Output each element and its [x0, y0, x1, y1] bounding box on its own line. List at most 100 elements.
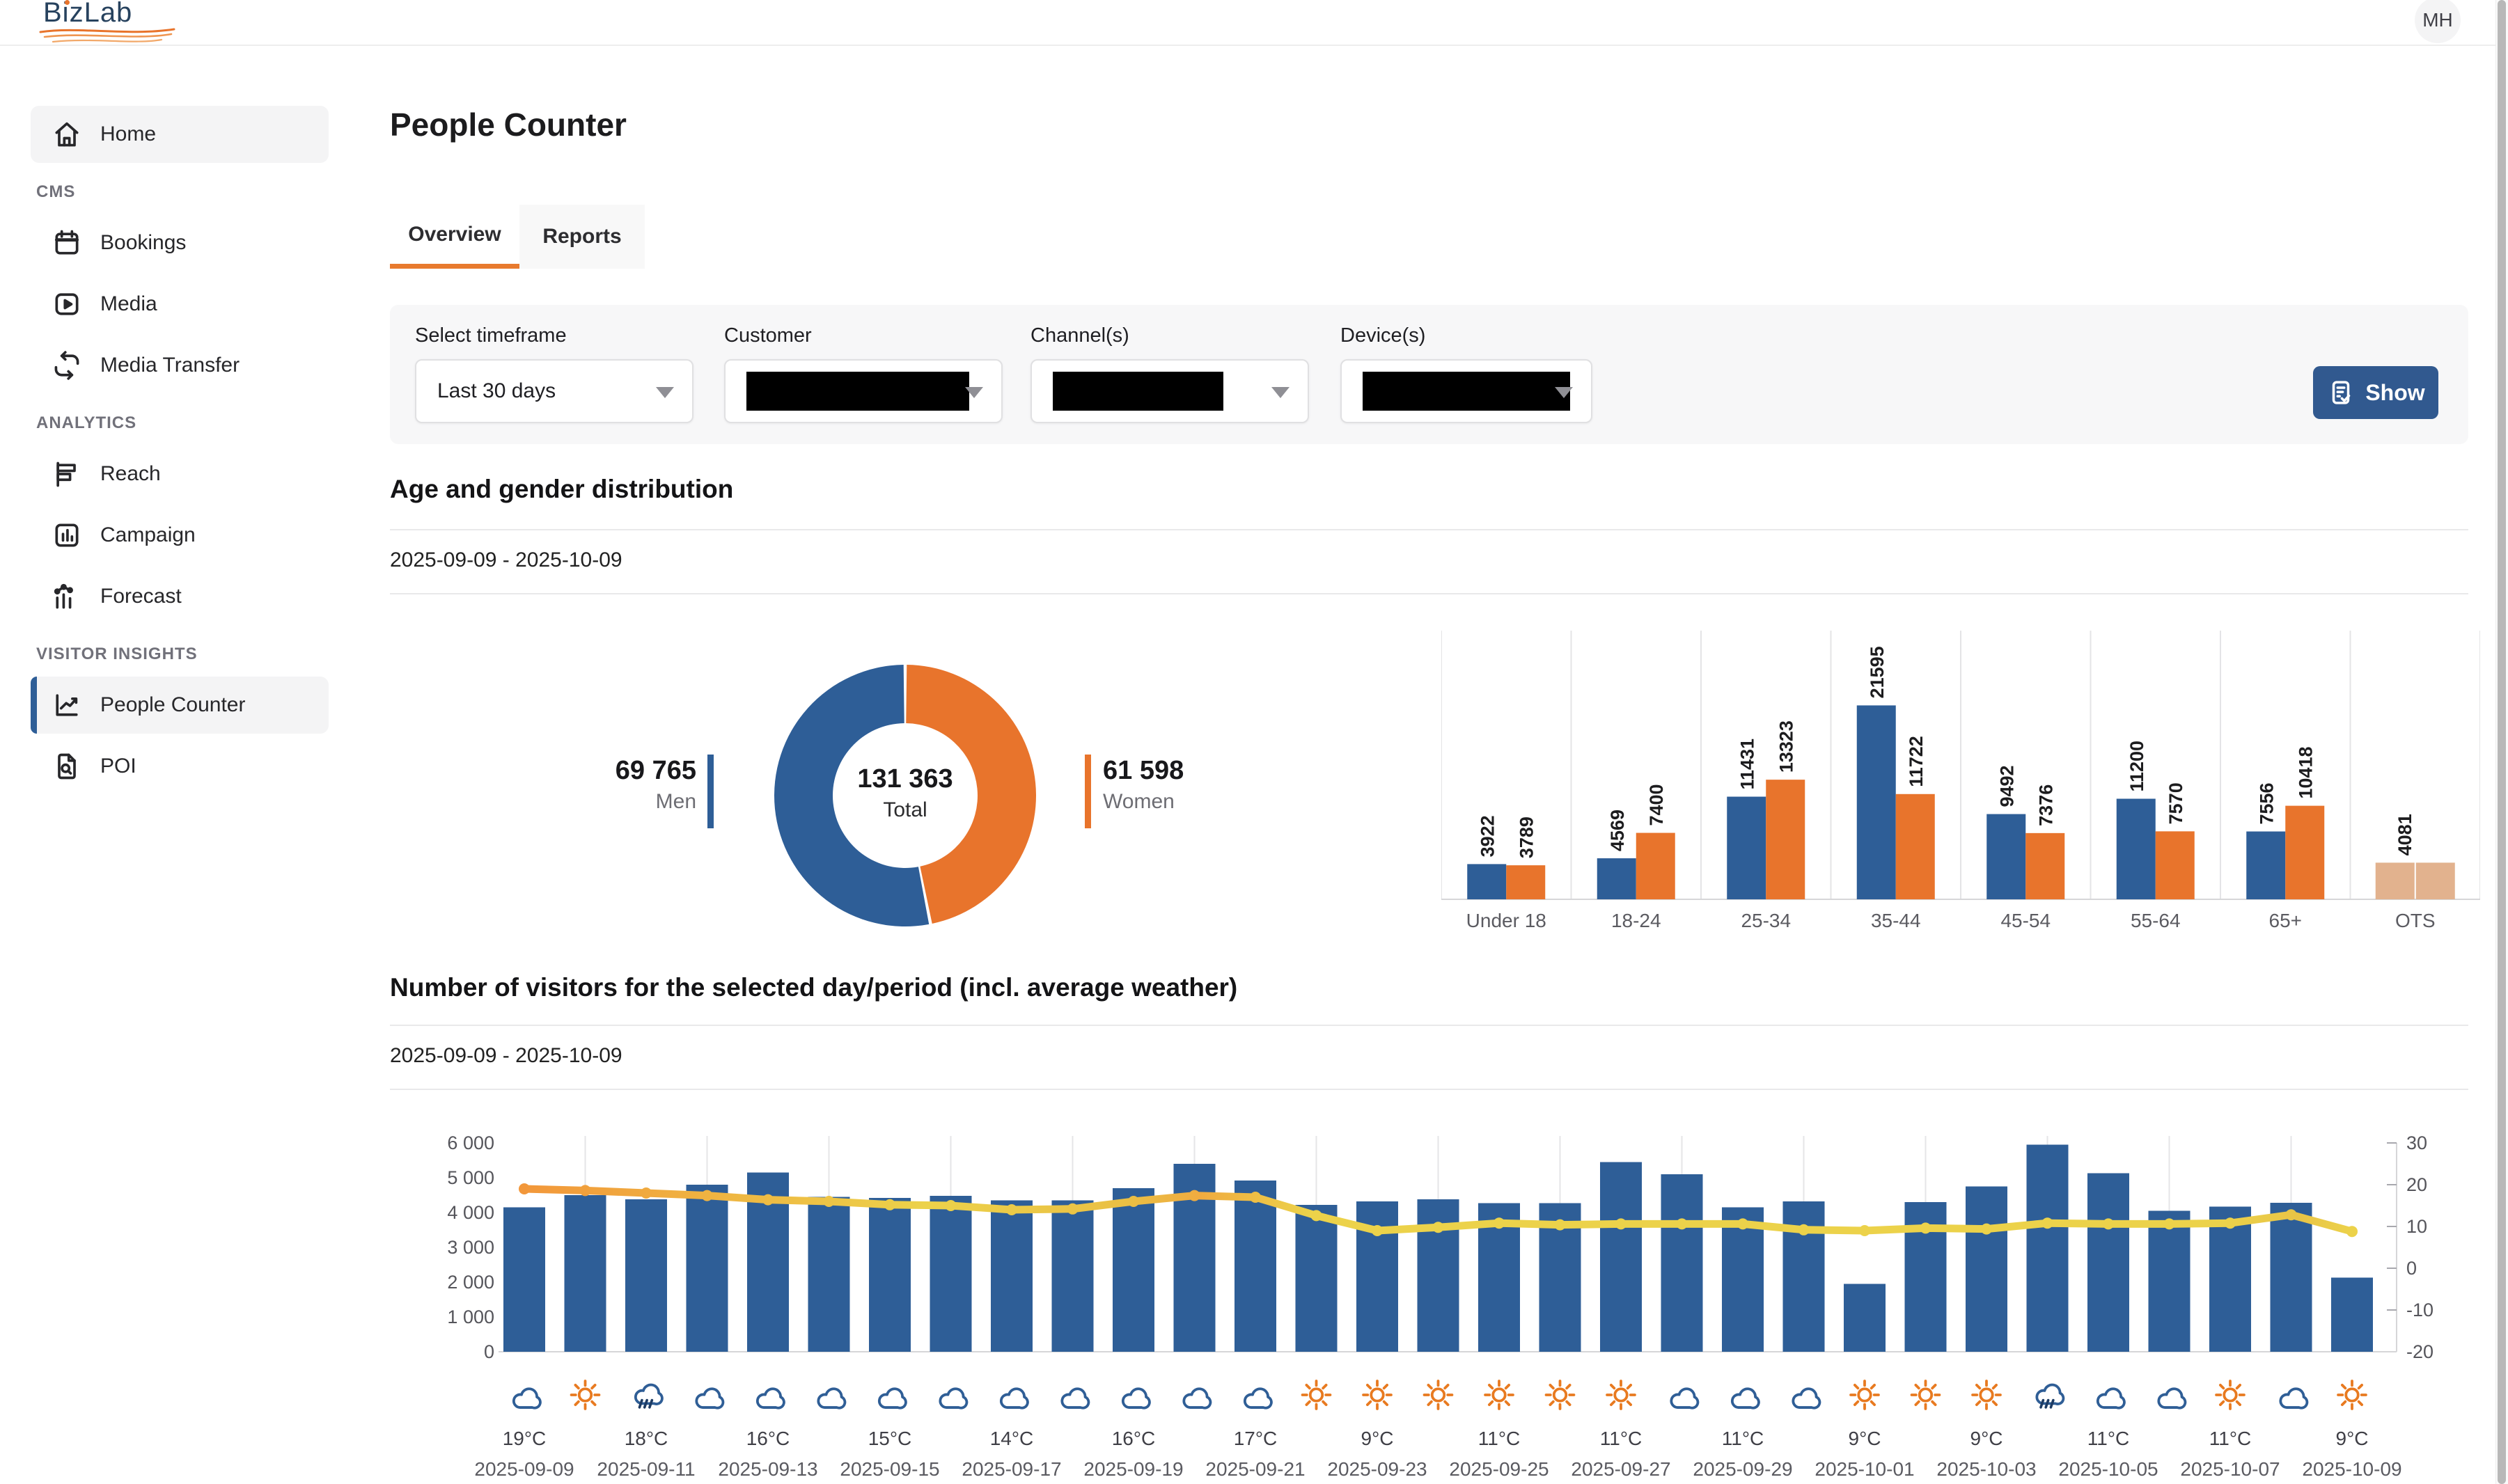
- svg-text:6 000: 6 000: [447, 1132, 494, 1153]
- channels-select[interactable]: [1030, 359, 1309, 423]
- men-bar[interactable]: [1857, 705, 1896, 899]
- visitors-bar[interactable]: [930, 1196, 972, 1352]
- customer-select[interactable]: [724, 359, 1003, 423]
- redacted-value: [746, 372, 969, 411]
- visitors-bar[interactable]: [2271, 1203, 2312, 1352]
- sidebar-item-campaign[interactable]: Campaign: [31, 507, 329, 564]
- campaign-chart-icon: [52, 520, 82, 551]
- tab-overview[interactable]: Overview: [390, 205, 519, 269]
- temperature-point[interactable]: [1615, 1218, 1627, 1229]
- visitors-bar[interactable]: [687, 1185, 728, 1352]
- temperature-point[interactable]: [2042, 1217, 2053, 1229]
- men-bar[interactable]: [1597, 858, 1636, 899]
- ots-bar[interactable]: [2376, 862, 2415, 899]
- visitors-bar[interactable]: [869, 1198, 911, 1352]
- visitors-bar[interactable]: [625, 1199, 667, 1352]
- men-bar[interactable]: [1986, 814, 2025, 899]
- temperature-point[interactable]: [824, 1196, 835, 1207]
- sidebar-item-forecast[interactable]: Forecast: [31, 568, 329, 625]
- temperature-point[interactable]: [1859, 1225, 1870, 1236]
- logo-dot: [65, 0, 70, 5]
- men-bar[interactable]: [2117, 799, 2156, 899]
- temperature-point[interactable]: [1555, 1219, 1566, 1231]
- visitors-bar[interactable]: [991, 1201, 1033, 1352]
- visitors-bar[interactable]: [1296, 1205, 1338, 1352]
- visitors-bar[interactable]: [565, 1195, 606, 1352]
- temperature-point[interactable]: [946, 1200, 957, 1211]
- visitors-bar[interactable]: [1235, 1181, 1276, 1352]
- temperature-point[interactable]: [1433, 1222, 1444, 1233]
- temperature-point[interactable]: [884, 1199, 895, 1210]
- temperature-point[interactable]: [2103, 1218, 2114, 1229]
- temperature-point[interactable]: [1798, 1224, 1810, 1236]
- sidebar-item-bookings[interactable]: Bookings: [31, 214, 329, 271]
- visitors-bar[interactable]: [1844, 1284, 1886, 1352]
- sidebar-item-home[interactable]: Home: [31, 106, 329, 163]
- temperature-point[interactable]: [1981, 1224, 1992, 1235]
- temperature-point[interactable]: [762, 1194, 774, 1206]
- temperature-point[interactable]: [641, 1187, 652, 1199]
- men-bar[interactable]: [2246, 832, 2285, 899]
- visitors-bar[interactable]: [2027, 1145, 2069, 1352]
- temperature-point[interactable]: [2164, 1218, 2175, 1229]
- tab-reports[interactable]: Reports: [519, 205, 645, 269]
- top-bar: BizLab MH: [0, 0, 2495, 46]
- temperature-point[interactable]: [1311, 1210, 1322, 1221]
- visitors-bar[interactable]: [1661, 1174, 1703, 1352]
- women-bar[interactable]: [2285, 806, 2324, 899]
- temperature-point[interactable]: [2286, 1209, 2297, 1220]
- temperature-point[interactable]: [1372, 1225, 1383, 1236]
- temperature-point[interactable]: [2225, 1217, 2236, 1229]
- page-scrollbar[interactable]: [2495, 0, 2508, 1484]
- visitors-bar[interactable]: [1783, 1201, 1825, 1352]
- visitors-bar[interactable]: [1600, 1162, 1642, 1352]
- visitors-weather-chart[interactable]: 01 0002 0003 0004 0005 0006 000Visitors3…: [390, 1128, 2508, 1484]
- temperature-point[interactable]: [1494, 1217, 1505, 1229]
- visitors-bar[interactable]: [503, 1208, 545, 1352]
- temperature-point[interactable]: [1677, 1218, 1688, 1229]
- women-bar[interactable]: [2156, 831, 2195, 899]
- sidebar-item-people-counter[interactable]: People Counter: [31, 677, 329, 734]
- women-bar[interactable]: [2025, 833, 2064, 899]
- temperature-point[interactable]: [1006, 1204, 1017, 1215]
- temperature-point[interactable]: [1067, 1203, 1079, 1215]
- temperature-point[interactable]: [519, 1183, 530, 1194]
- sidebar-item-reach[interactable]: Reach: [31, 445, 329, 503]
- sidebar-item-media-transfer[interactable]: Media Transfer: [31, 337, 329, 394]
- temperature-point[interactable]: [580, 1185, 591, 1196]
- temperature-point[interactable]: [1189, 1190, 1200, 1201]
- visitors-bar[interactable]: [2149, 1211, 2190, 1352]
- visitors-bar[interactable]: [1052, 1201, 1094, 1352]
- user-avatar[interactable]: MH: [2415, 0, 2461, 43]
- visitors-bar[interactable]: [2087, 1174, 2129, 1352]
- weather-sun-icon: [1303, 1381, 1331, 1409]
- visitors-bar[interactable]: [1113, 1188, 1154, 1352]
- scrollbar-thumb[interactable]: [2498, 0, 2506, 1484]
- temperature-point[interactable]: [2346, 1226, 2358, 1237]
- svg-text:7570: 7570: [2165, 782, 2186, 824]
- temperature-point[interactable]: [702, 1190, 713, 1201]
- sidebar-item-poi[interactable]: POI: [31, 738, 329, 795]
- age-gender-bar-chart[interactable]: 39223789Under 184569740018-2411431133232…: [1441, 626, 2480, 940]
- temperature-point[interactable]: [1737, 1218, 1748, 1229]
- men-bar[interactable]: [1727, 797, 1766, 899]
- svg-text:2025-09-23: 2025-09-23: [1327, 1458, 1427, 1480]
- temperature-point[interactable]: [1128, 1196, 1139, 1207]
- show-button[interactable]: Show: [2313, 366, 2438, 419]
- women-bar[interactable]: [1636, 833, 1675, 899]
- bizlab-logo[interactable]: BizLab: [43, 0, 182, 29]
- temperature-point[interactable]: [1250, 1192, 1261, 1203]
- women-bar[interactable]: [1506, 865, 1545, 899]
- visitors-bar[interactable]: [1966, 1187, 2007, 1352]
- filter-panel: Select timeframe Last 30 days Customer C…: [390, 305, 2468, 444]
- visitors-bar[interactable]: [2331, 1278, 2373, 1352]
- temperature-point[interactable]: [1920, 1222, 1931, 1233]
- timeframe-select[interactable]: Last 30 days: [415, 359, 693, 423]
- devices-select[interactable]: [1340, 359, 1592, 423]
- ots-bar[interactable]: [2416, 862, 2455, 899]
- sidebar-item-media[interactable]: Media: [31, 276, 329, 333]
- men-bar[interactable]: [1467, 864, 1506, 899]
- visitors-bar[interactable]: [808, 1197, 850, 1352]
- women-bar[interactable]: [1896, 794, 1935, 899]
- women-bar[interactable]: [1766, 780, 1805, 899]
